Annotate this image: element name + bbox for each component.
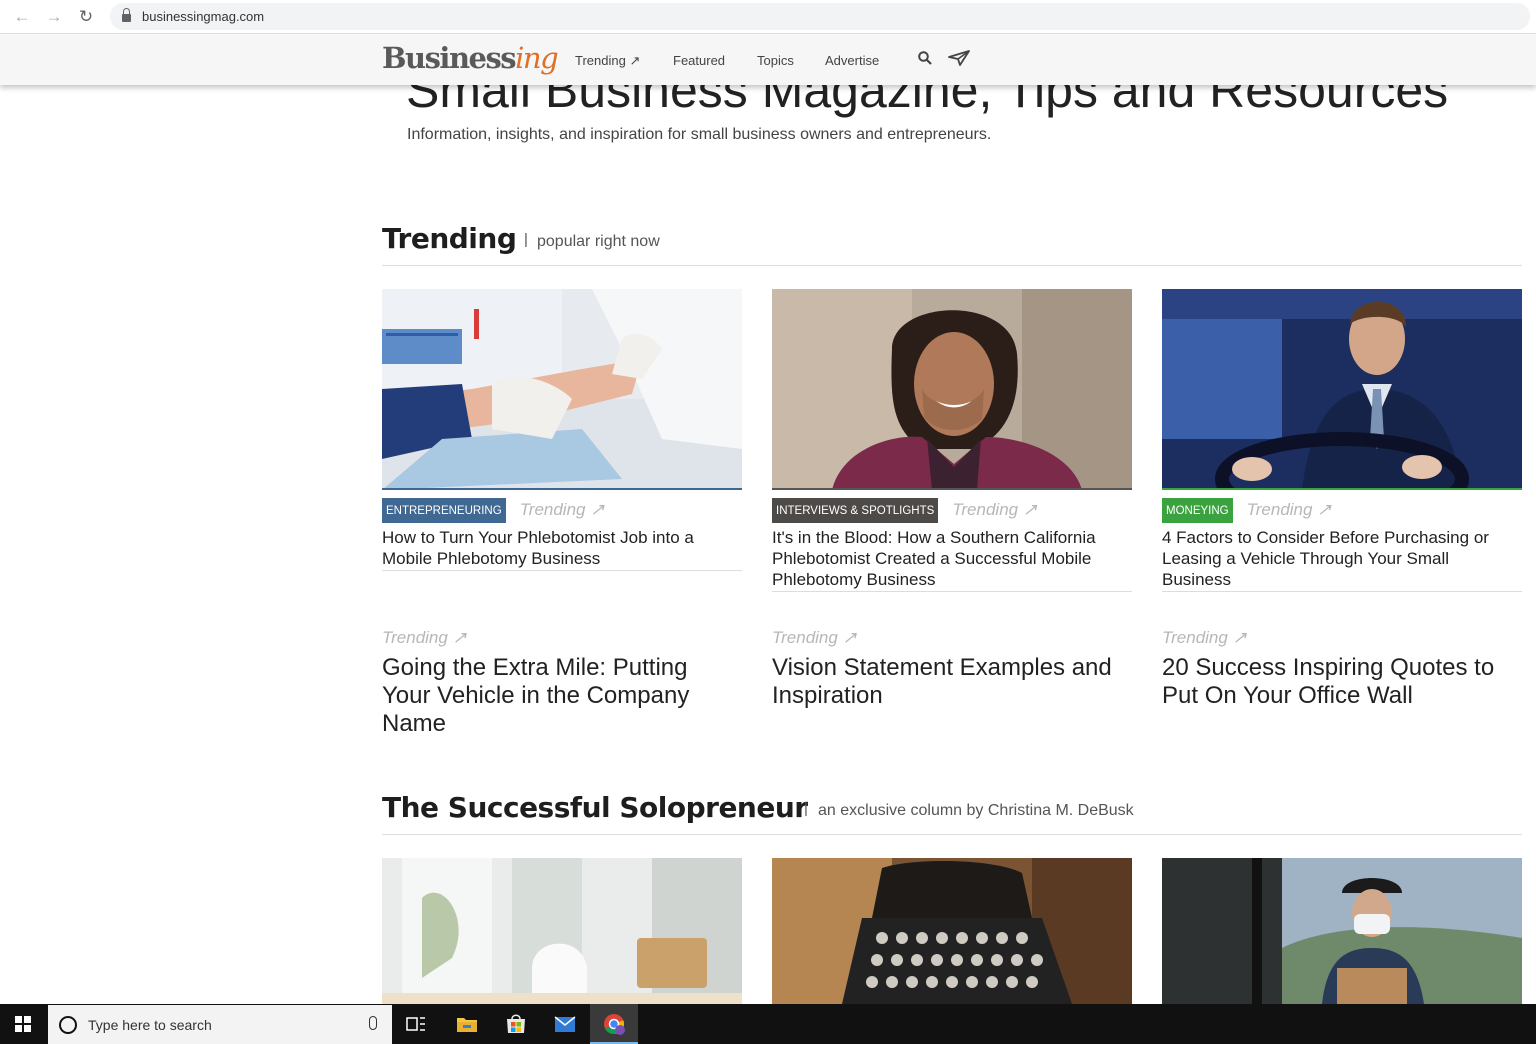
trending-label: Trending ↗ <box>952 500 1038 519</box>
nav-advertise[interactable]: Advertise <box>825 53 879 69</box>
article-title[interactable]: 4 Factors to Consider Before Purchasing … <box>1162 527 1522 592</box>
trending-label: Trending ↗ <box>519 500 605 519</box>
cortana-icon[interactable] <box>59 1016 77 1034</box>
browser-toolbar: ← → ↻ businessingmag.com <box>0 0 1536 34</box>
section-subtitle: an exclusive column by Christina M. DeBu… <box>818 802 1134 819</box>
article-image-office[interactable] <box>382 858 742 1004</box>
article-title[interactable]: Going the Extra Mile: Putting Your Vehic… <box>382 654 742 738</box>
nav-trending[interactable]: Trending ↗ <box>575 53 640 69</box>
lock-icon <box>122 8 131 22</box>
article-card[interactable]: MONEYING Trending ↗ 4 Factors to Conside… <box>1162 289 1522 592</box>
mini-article[interactable]: Trending ↗ Going the Extra Mile: Putting… <box>382 628 742 738</box>
article-image-driver[interactable] <box>1162 289 1522 490</box>
taskbar-search[interactable]: Type here to search <box>48 1005 392 1044</box>
store-icon[interactable] <box>504 1012 528 1036</box>
article-title[interactable]: 20 Success Inspiring Quotes to Put On Yo… <box>1162 654 1522 710</box>
nav-featured[interactable]: Featured <box>673 53 725 69</box>
file-explorer-icon[interactable] <box>455 1012 479 1036</box>
chrome-taskbar-button[interactable] <box>590 1004 638 1044</box>
page-subtitle: Information, insights, and inspiration f… <box>407 126 992 143</box>
trending-section-header: Trending | popular right now <box>382 222 1522 266</box>
trending-label: Trending ↗ <box>1162 628 1247 647</box>
mini-article[interactable]: Trending ↗ Vision Statement Examples and… <box>772 628 1132 710</box>
article-title[interactable]: Vision Statement Examples and Inspiratio… <box>772 654 1132 710</box>
mini-article[interactable]: Trending ↗ 20 Success Inspiring Quotes t… <box>1162 628 1522 710</box>
article-image-portrait[interactable] <box>772 289 1132 490</box>
section-subtitle: popular right now <box>537 233 660 250</box>
category-badge[interactable]: MONEYING <box>1162 497 1233 523</box>
search-icon[interactable] <box>918 51 932 65</box>
back-icon[interactable]: ← <box>12 7 32 27</box>
microphone-icon[interactable] <box>369 1016 377 1030</box>
solopreneur-section-header: The Successful Solopreneur | an exclusiv… <box>382 791 1522 835</box>
article-card[interactable]: ENTREPRENEURING Trending ↗ How to Turn Y… <box>382 289 742 571</box>
nav-topics[interactable]: Topics <box>757 53 794 69</box>
article-title[interactable]: How to Turn Your Phlebotomist Job into a… <box>382 527 742 571</box>
category-badge[interactable]: ENTREPRENEURING <box>382 497 506 523</box>
section-title: The Successful Solopreneur <box>382 791 808 824</box>
article-image-courier[interactable] <box>1162 858 1522 1004</box>
article-image-typewriter[interactable] <box>772 858 1132 1004</box>
taskbar: Type here to search <box>0 1004 1536 1044</box>
article-title[interactable]: It's in the Blood: How a Southern Califo… <box>772 527 1132 592</box>
article-card[interactable]: INTERVIEWS & SPOTLIGHTS Trending ↗ It's … <box>772 289 1132 592</box>
article-image-phlebotomy[interactable] <box>382 289 742 490</box>
site-header: Businessing Trending ↗ Featured Topics A… <box>0 35 1536 85</box>
taskbar-search-placeholder: Type here to search <box>88 1017 212 1033</box>
mail-icon[interactable] <box>553 1012 577 1036</box>
address-bar[interactable]: businessingmag.com <box>110 3 1530 30</box>
reload-icon[interactable]: ↻ <box>76 7 96 27</box>
category-badge[interactable]: INTERVIEWS & SPOTLIGHTS <box>772 497 939 523</box>
url-text: businessingmag.com <box>142 9 265 24</box>
trending-label: Trending ↗ <box>1246 500 1332 519</box>
section-title: Trending <box>382 222 517 255</box>
task-view-icon[interactable] <box>404 1012 428 1036</box>
forward-icon[interactable]: → <box>44 7 64 27</box>
windows-start-icon[interactable] <box>15 1016 31 1032</box>
site-logo[interactable]: Businessing <box>382 41 559 75</box>
paper-plane-icon[interactable] <box>948 50 970 66</box>
trending-label: Trending ↗ <box>772 628 857 647</box>
trending-label: Trending ↗ <box>382 628 467 647</box>
chrome-icon <box>604 1014 625 1035</box>
